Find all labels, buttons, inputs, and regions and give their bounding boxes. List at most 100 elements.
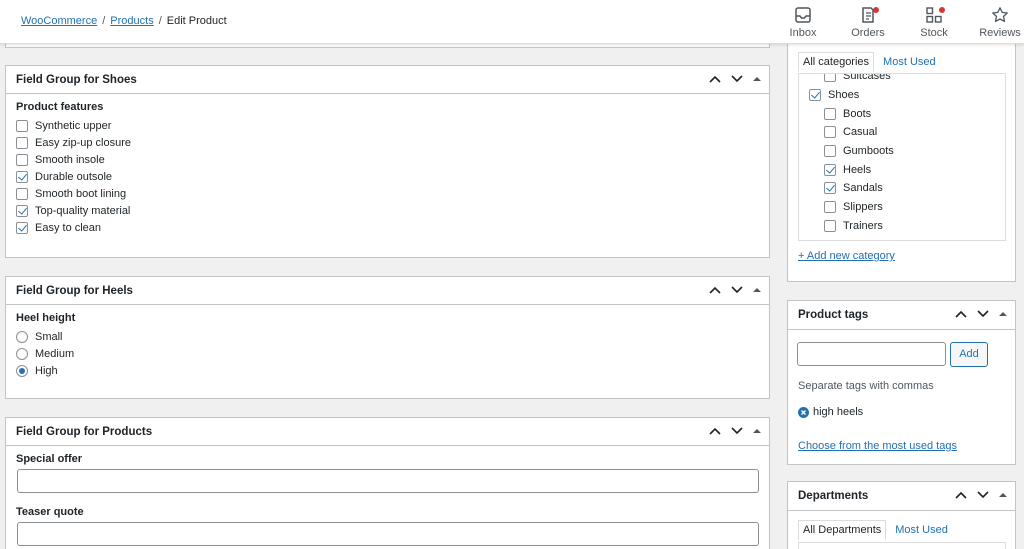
category-checkbox[interactable] — [824, 74, 836, 83]
category-label: Casual — [843, 126, 878, 139]
breadcrumb-products-link[interactable]: Products — [110, 15, 153, 27]
choose-most-used-tags-link[interactable]: Choose from the most used tags — [798, 440, 957, 452]
category-item[interactable]: Casual — [799, 123, 1005, 142]
star-icon — [992, 7, 1008, 23]
box-controls — [709, 426, 761, 436]
field-group-shoes: Field Group for Shoes Product features S… — [5, 65, 770, 258]
add-tag-button[interactable]: Add — [950, 342, 988, 367]
category-checkbox[interactable] — [824, 201, 836, 214]
department-tabs: All Departments Most Used — [798, 520, 957, 540]
collapse-triangle-icon[interactable] — [999, 310, 1007, 318]
inbox-icon — [795, 7, 811, 23]
category-label: Trainers — [843, 219, 883, 232]
orders-button[interactable]: Orders — [843, 6, 893, 39]
add-new-category-link[interactable]: + Add new category — [798, 250, 895, 262]
category-checkbox[interactable] — [824, 107, 836, 120]
heel-height-option-label: Medium — [35, 347, 75, 360]
tag-input[interactable] — [797, 342, 946, 366]
heel-height-row[interactable]: Small — [6, 328, 769, 345]
chevron-up-icon[interactable] — [709, 426, 721, 436]
category-checkbox[interactable] — [824, 126, 836, 139]
feature-row[interactable]: Easy to clean — [6, 219, 769, 236]
feature-row[interactable]: Smooth boot lining — [6, 185, 769, 202]
collapse-triangle-icon[interactable] — [999, 491, 1007, 499]
heel-height-radio[interactable] — [16, 330, 28, 343]
heel-height-radio[interactable] — [16, 364, 28, 377]
product-features-list: Synthetic upper Easy zip-up closure Smooth… — [6, 117, 769, 236]
category-checklist[interactable]: Suitcases Shoes Boots Casual Gumboots Heels Sa… — [798, 73, 1006, 241]
stock-button[interactable]: Stock — [909, 6, 959, 39]
heel-height-row[interactable]: High — [6, 362, 769, 379]
feature-checkbox[interactable] — [16, 153, 28, 166]
chevron-down-icon[interactable] — [731, 74, 743, 84]
field-group-title: Field Group for Heels — [16, 284, 133, 297]
category-label: Boots — [843, 107, 872, 120]
category-item[interactable]: Boots — [799, 104, 1005, 123]
chevron-up-icon[interactable] — [709, 285, 721, 295]
category-item[interactable]: Shoes — [799, 86, 1005, 105]
heel-height-row[interactable]: Medium — [6, 345, 769, 362]
feature-checkbox[interactable] — [16, 187, 28, 200]
feature-label: Easy to clean — [35, 221, 102, 234]
feature-checkbox[interactable] — [16, 170, 28, 183]
box-controls — [709, 285, 761, 295]
feature-row[interactable]: Synthetic upper — [6, 117, 769, 134]
chevron-up-icon[interactable] — [709, 74, 721, 84]
tags-hint: Separate tags with commas — [798, 380, 934, 392]
chevron-up-icon[interactable] — [955, 309, 967, 319]
reviews-label: Reviews — [979, 27, 1021, 39]
orders-label: Orders — [851, 27, 885, 39]
category-checkbox[interactable] — [824, 219, 836, 232]
category-label: Sandals — [843, 182, 883, 195]
category-item[interactable]: Suitcases — [799, 74, 1005, 86]
chevron-down-icon[interactable] — [731, 426, 743, 436]
chevron-up-icon[interactable] — [955, 490, 967, 500]
feature-row[interactable]: Easy zip-up closure — [6, 134, 769, 151]
category-item[interactable]: Gumboots — [799, 142, 1005, 161]
field-group-title: Field Group for Products — [16, 425, 153, 438]
department-checklist[interactable] — [798, 542, 1006, 549]
tab-all-departments[interactable]: All Departments — [798, 520, 887, 540]
chevron-down-icon[interactable] — [977, 309, 989, 319]
heel-height-radio[interactable] — [16, 347, 28, 360]
tab-most-used[interactable]: Most Used — [886, 520, 957, 540]
feature-row[interactable]: Smooth insole — [6, 151, 769, 168]
chevron-down-icon[interactable] — [731, 285, 743, 295]
box-controls — [955, 490, 1007, 500]
special-offer-input[interactable] — [17, 469, 759, 493]
feature-row[interactable]: Top-quality material — [6, 202, 769, 219]
chevron-down-icon[interactable] — [977, 490, 989, 500]
category-item[interactable]: Sandals — [799, 179, 1005, 198]
collapse-triangle-icon[interactable] — [753, 286, 761, 294]
category-item[interactable]: Trainers — [799, 217, 1005, 236]
collapse-triangle-icon[interactable] — [753, 75, 761, 83]
category-checkbox[interactable] — [824, 182, 836, 195]
collapse-triangle-icon[interactable] — [753, 427, 761, 435]
feature-row[interactable]: Durable outsole — [6, 168, 769, 185]
field-group-heels: Field Group for Heels Heel height Small M… — [5, 276, 770, 399]
tab-all-categories[interactable]: All categories — [798, 52, 875, 72]
remove-tag-icon[interactable] — [798, 406, 809, 418]
breadcrumb-woocommerce-link[interactable]: WooCommerce — [21, 15, 97, 27]
inbox-button[interactable]: Inbox — [778, 6, 828, 39]
category-item[interactable]: Heels — [799, 160, 1005, 179]
feature-checkbox[interactable] — [16, 119, 28, 132]
reviews-button[interactable]: Reviews — [975, 6, 1024, 39]
breadcrumb: WooCommerce / Products / Edit Product — [21, 15, 227, 27]
stock-notification-dot — [939, 7, 945, 13]
tab-most-used[interactable]: Most Used — [874, 52, 945, 72]
category-tabs: All categories Most Used — [798, 52, 945, 72]
category-label: Slippers — [843, 201, 883, 214]
category-checkbox[interactable] — [824, 145, 836, 158]
field-group-shoes-header: Field Group for Shoes — [6, 66, 769, 94]
feature-checkbox[interactable] — [16, 136, 28, 149]
special-offer-label: Special offer — [16, 453, 83, 465]
heel-height-label: Heel height — [16, 312, 76, 324]
top-bar: WooCommerce / Products / Edit Product Inbox … — [0, 0, 1024, 44]
category-checkbox[interactable] — [824, 163, 836, 176]
feature-checkbox[interactable] — [16, 204, 28, 217]
feature-checkbox[interactable] — [16, 221, 28, 234]
teaser-quote-input[interactable] — [17, 522, 759, 546]
category-checkbox[interactable] — [809, 89, 821, 102]
category-item[interactable]: Slippers — [799, 198, 1005, 217]
